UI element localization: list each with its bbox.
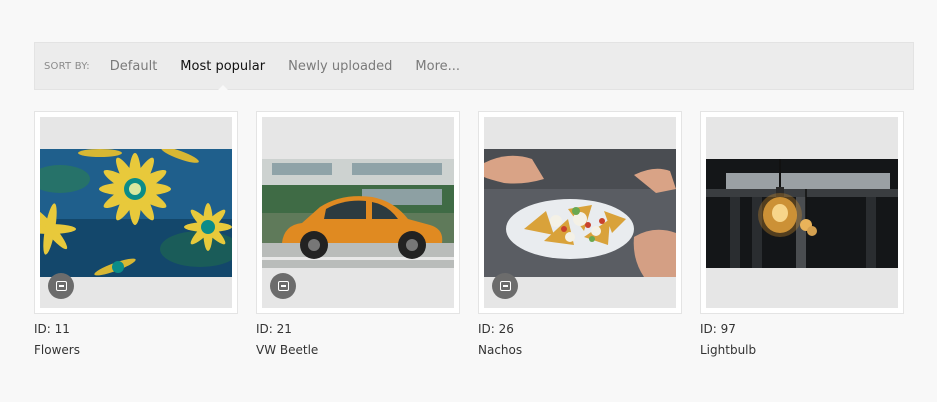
image-card-flowers[interactable]: ID: 11 Flowers [34,111,238,357]
image-card-lightbulb[interactable]: ID: 97 Lightbulb [700,111,904,357]
card-id: ID: 26 [478,322,514,336]
card-frame [34,111,238,314]
sort-option-more[interactable]: More... [415,59,460,74]
sort-option-most-popular[interactable]: Most popular [180,59,265,92]
message-icon[interactable] [492,273,518,299]
card-frame [478,111,682,314]
lightbulb-thumbnail[interactable] [706,159,898,268]
image-well [484,117,676,308]
image-card-nachos[interactable]: ID: 26 Nachos [478,111,682,357]
card-name: VW Beetle [256,343,319,357]
card-name: Flowers [34,343,80,357]
vw-beetle-thumbnail[interactable] [262,159,454,268]
image-well [262,117,454,308]
message-icon[interactable] [270,273,296,299]
image-well [40,117,232,308]
image-well [706,117,898,308]
nachos-thumbnail[interactable] [484,149,676,277]
sort-bar: SORT BY: Default Most popular Newly uplo… [34,42,914,92]
card-frame [700,111,904,314]
card-frame [256,111,460,314]
card-id: ID: 21 [256,322,292,336]
flowers-thumbnail[interactable] [40,149,232,277]
image-card-vw-beetle[interactable]: ID: 21 VW Beetle [256,111,460,357]
message-icon[interactable] [48,273,74,299]
card-name: Nachos [478,343,523,357]
card-name: Lightbulb [700,343,757,357]
sort-option-default[interactable]: Default [110,59,158,74]
sort-label: SORT BY: [44,60,90,72]
card-id: ID: 97 [700,322,736,336]
card-id: ID: 11 [34,322,70,336]
sort-option-newly-uploaded[interactable]: Newly uploaded [288,59,392,74]
